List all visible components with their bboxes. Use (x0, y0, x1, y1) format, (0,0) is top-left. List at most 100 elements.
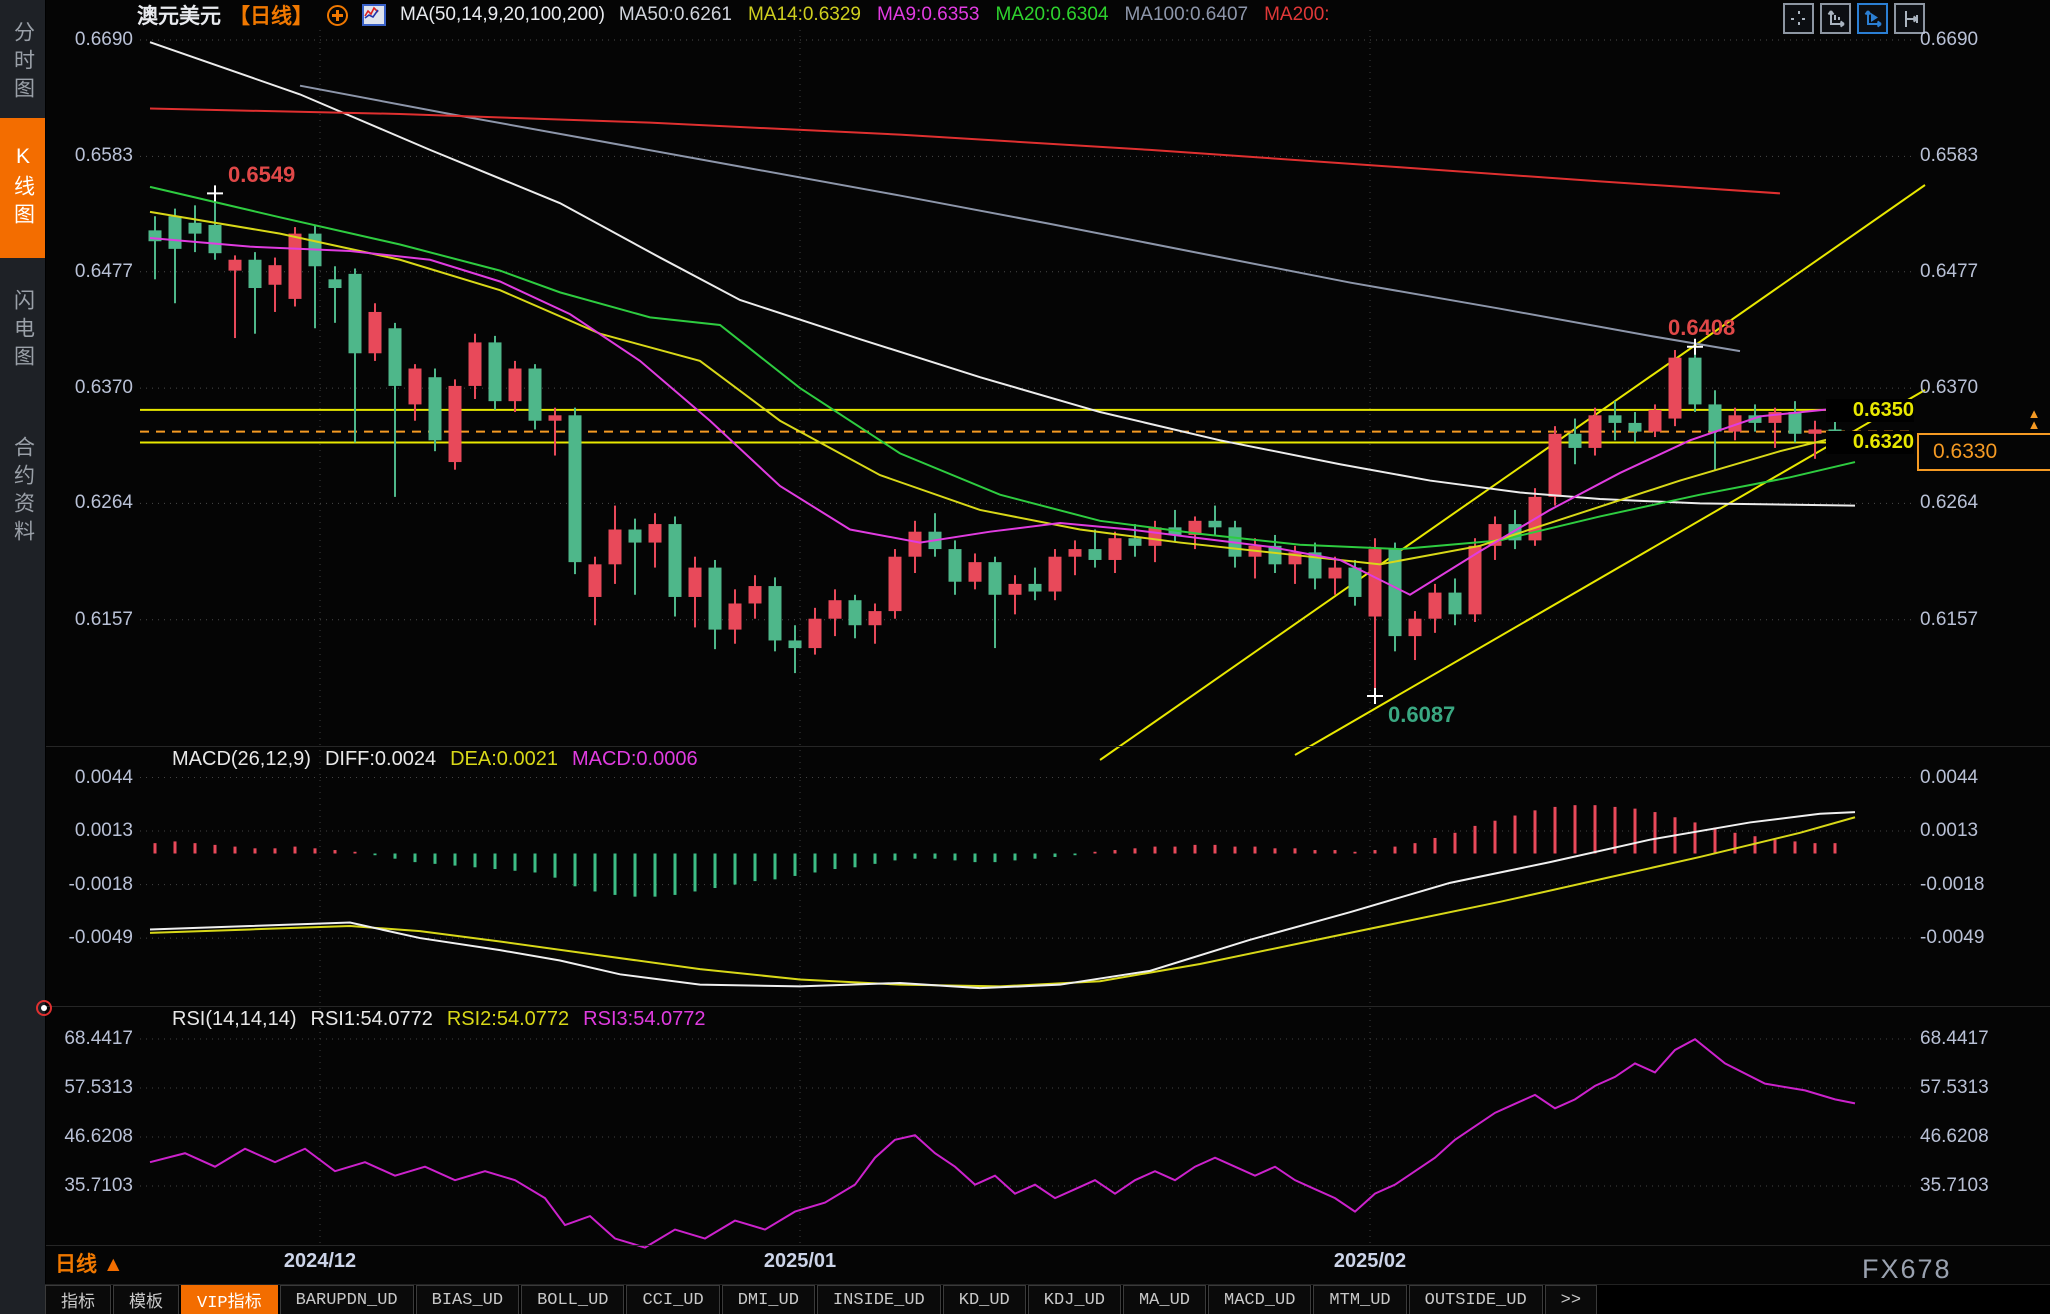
add-indicator-icon[interactable] (327, 4, 348, 26)
candle-body (608, 529, 622, 565)
candle-body (548, 415, 562, 421)
indicator-tab-macd-ud[interactable]: MACD_UD (1208, 1285, 1312, 1314)
price-up-arrows-icon: ▲ ▲ (2027, 406, 2041, 432)
axis-label: 0.6477 (1920, 260, 1979, 282)
axis-play-icon[interactable] (1857, 3, 1888, 34)
swing-high-annotation: 0.6549 (228, 162, 296, 187)
candle-body (528, 368, 542, 421)
candle-body (228, 259, 242, 271)
candle-body (1808, 429, 1822, 434)
candle-body (1628, 422, 1642, 432)
candle-body (288, 233, 302, 299)
indicator-tab-boll-ud[interactable]: BOLL_UD (521, 1285, 625, 1314)
ma-line-ma100 (299, 84, 1741, 353)
macd-title: MACD(26,12,9) (172, 748, 311, 770)
axis-label: 0.6157 (74, 608, 133, 630)
axis-label: 35.7103 (1920, 1174, 1989, 1196)
panel-separator (45, 746, 2050, 747)
sidebar-item-lightning-chart[interactable]: 闪电图 (0, 266, 45, 396)
axis-label: 57.5313 (1920, 1076, 1989, 1098)
candle-body (408, 368, 422, 405)
candle-body (1108, 538, 1122, 560)
rsi2-value: RSI2:54.0772 (446, 1008, 570, 1030)
axis-label: 46.6208 (64, 1125, 133, 1147)
candle-body (1148, 527, 1162, 546)
ma-value-label: MA20:0.6304 (995, 4, 1109, 25)
move-icon[interactable] (1783, 3, 1814, 34)
axis-label: 0.6264 (74, 492, 133, 514)
candle-body (1008, 583, 1022, 595)
sidebar-item-kline-chart[interactable]: K线图 (0, 118, 45, 258)
candle-body (1588, 415, 1602, 448)
sidebar-item-contract-info[interactable]: 合约资料 (0, 402, 45, 582)
axis-label: 0.6370 (1920, 377, 1979, 399)
candle-body (268, 265, 282, 285)
axis-label: 0.6583 (1920, 145, 1979, 167)
record-target-icon[interactable] (36, 1000, 52, 1016)
candle-body (1328, 567, 1342, 579)
sidebar-item-time-chart[interactable]: 分时图 (0, 8, 45, 118)
indicator-tab-kd-ud[interactable]: KD_UD (942, 1285, 1026, 1314)
ma-value-label: MA9:0.6353 (876, 4, 980, 25)
axis-label: 0.0013 (1920, 820, 1979, 842)
candle-body (708, 567, 722, 630)
indicator-tab-barupdn-ud[interactable]: BARUPDN_UD (279, 1285, 414, 1314)
candle-body (1128, 538, 1142, 546)
candle-body (468, 342, 482, 386)
candle-body (988, 562, 1002, 595)
chart-header: 澳元美元 【日线】 MA(50,14,9,20,100,200) MA50:0.… (137, 0, 1330, 30)
chart-type-icon[interactable] (362, 4, 386, 26)
indicator-tab-inside-ud[interactable]: INSIDE_UD (816, 1285, 941, 1314)
month-label: 2024/12 (283, 1250, 357, 1272)
indicator-tab-dmi-ud[interactable]: DMI_UD (721, 1285, 815, 1314)
axis-label: 0.6477 (74, 260, 133, 282)
indicator-tab--[interactable]: >> (1544, 1285, 1598, 1314)
indicator-tab-vip-[interactable]: VIP指标 (181, 1285, 278, 1314)
indicator-tab-bias-ud[interactable]: BIAS_UD (415, 1285, 520, 1314)
axis-label: 35.7103 (64, 1174, 133, 1196)
axis-label: 0.6157 (1920, 608, 1979, 630)
axis-label: 0.0044 (74, 766, 133, 788)
candle-body (968, 562, 982, 582)
axis-label: 0.6370 (74, 377, 133, 399)
candle-body (1408, 618, 1422, 637)
candle-body (1208, 520, 1222, 528)
candle-body (688, 567, 702, 597)
axis-scale-icon[interactable] (1820, 3, 1851, 34)
candle-body (388, 328, 402, 386)
macd-diff-line (149, 811, 1856, 990)
candle-body (588, 564, 602, 597)
candle-body (908, 531, 922, 557)
indicator-tab--[interactable]: 模板 (113, 1285, 179, 1314)
rsi-title: RSI(14,14,14) (172, 1008, 297, 1030)
indicator-tab-cci-ud[interactable]: CCI_UD (626, 1285, 720, 1314)
period-selector[interactable]: 日线 ▲ (55, 1248, 124, 1278)
indicator-tab-kdj-ud[interactable]: KDJ_UD (1027, 1285, 1121, 1314)
rsi-header: RSI(14,14,14) RSI1:54.0772 RSI2:54.0772 RSI… (172, 1008, 720, 1031)
candle-body (788, 640, 802, 649)
macd-dea-line (149, 816, 1856, 988)
axis-label: 0.6264 (1920, 492, 1979, 514)
candle-body (888, 556, 902, 612)
axis-label: 0.0013 (74, 820, 133, 842)
indicator-tab-ma-ud[interactable]: MA_UD (1122, 1285, 1206, 1314)
candle-body (1068, 549, 1082, 557)
ma-value-label: MA14:0.6329 (747, 4, 861, 25)
recent-high-annotation: 0.6408 (1668, 315, 1736, 340)
rsi1-value: RSI1:54.0772 (310, 1008, 433, 1030)
candle-body (1448, 592, 1462, 615)
indicator-tab-outside-ud[interactable]: OUTSIDE_UD (1408, 1285, 1543, 1314)
axis-label: 68.4417 (1920, 1028, 1989, 1049)
left-sidebar: 分时图 K线图 闪电图 合约资料 (0, 0, 46, 1314)
indicator-tab--[interactable]: 指标 (45, 1285, 111, 1314)
axis-label: 46.6208 (1920, 1125, 1989, 1147)
current-price-badge: 0.6330 (1917, 433, 2050, 471)
axis-label: 68.4417 (64, 1028, 133, 1049)
axis-label: 57.5313 (64, 1076, 133, 1098)
macd-macd-value: MACD:0.0006 (571, 748, 698, 770)
indicator-tab-mtm-ud[interactable]: MTM_UD (1313, 1285, 1407, 1314)
candle-body (428, 377, 442, 441)
candle-body (648, 524, 662, 543)
candle-body (248, 259, 262, 289)
ma-values: MA50:0.6261 MA14:0.6329 MA9:0.6353 MA20:0.6… (619, 4, 1330, 26)
